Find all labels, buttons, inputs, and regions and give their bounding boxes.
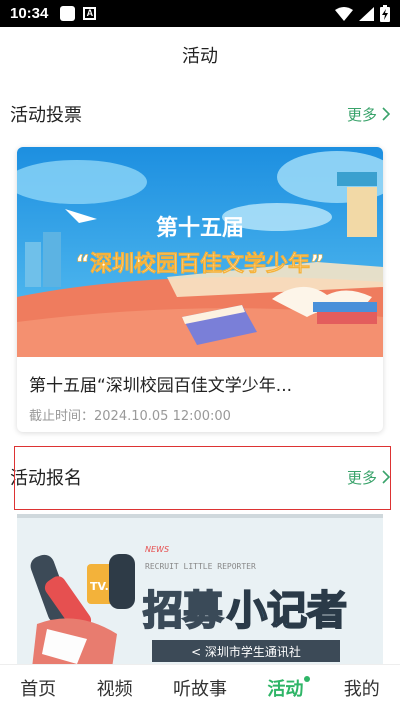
vote-more-link[interactable]: 更多: [347, 104, 390, 125]
signup-section-header: 活动报名 更多: [0, 457, 400, 497]
notification-square-icon: [60, 6, 76, 21]
page-header: 活动: [0, 27, 400, 83]
signup-activity-card[interactable]: TV.N NEWS RECRUIT LITTLE REPORTER 招募 小记者…: [17, 514, 383, 668]
headline-part1: 招募: [143, 588, 224, 634]
wifi-icon: [335, 6, 353, 21]
signup-more-link[interactable]: 更多: [347, 467, 390, 488]
vote-banner-image: 第十五届 “深圳校园百佳文学少年”: [17, 147, 383, 357]
status-time: 10:34: [10, 5, 49, 22]
signup-more-label: 更多: [346, 468, 377, 487]
banner-line2: “深圳校园百佳文学少年”: [76, 251, 325, 277]
banner-subtitle: < 深圳市学生通讯社: [191, 644, 301, 659]
chevron-right-icon: [382, 470, 390, 484]
nav-stories[interactable]: 听故事: [169, 675, 231, 701]
vote-activity-card[interactable]: 第十五届 “深圳校园百佳文学少年” 第十五届“深圳校园百佳文学少年... 截止时…: [17, 147, 383, 432]
page-title: 活动: [182, 46, 218, 67]
nav-mine[interactable]: 我的: [340, 675, 384, 701]
vote-more-label: 更多: [346, 105, 377, 124]
status-bar: 10:34 A: [0, 0, 400, 27]
signup-banner-image: TV.N NEWS RECRUIT LITTLE REPORTER 招募 小记者…: [17, 514, 383, 668]
nav-video[interactable]: 视频: [93, 675, 137, 701]
nav-activity[interactable]: 活动: [263, 675, 311, 701]
bottom-nav: 首页 视频 听故事 活动 我的: [0, 664, 400, 711]
app-screen: 10:34 A 活动 活动投票 更多 第十五届 “深圳校园百佳文学少年” 第十五…: [0, 0, 400, 711]
status-icons: [335, 5, 390, 22]
signal-icon: [359, 6, 374, 21]
nav-home[interactable]: 首页: [16, 675, 60, 701]
vote-section-header: 活动投票 更多: [0, 94, 400, 134]
news-tag: NEWS: [145, 545, 169, 554]
nav-activity-label: 活动: [267, 679, 304, 700]
headline-part2: 小记者: [227, 588, 347, 634]
banner-line1: 第十五届: [156, 215, 244, 241]
vote-card-title: 第十五届“深圳校园百佳文学少年...: [29, 376, 293, 396]
english-line: RECRUIT LITTLE REPORTER: [145, 562, 256, 571]
signup-section-title: 活动报名: [10, 468, 82, 489]
vote-card-deadline: 截止时间：2024.10.05 12:00:00: [29, 409, 231, 424]
vote-section-title: 活动投票: [10, 105, 82, 126]
chevron-right-icon: [382, 107, 390, 121]
active-dot-icon: [304, 676, 311, 682]
a-icon: A: [83, 7, 97, 20]
battery-icon: [380, 5, 390, 22]
